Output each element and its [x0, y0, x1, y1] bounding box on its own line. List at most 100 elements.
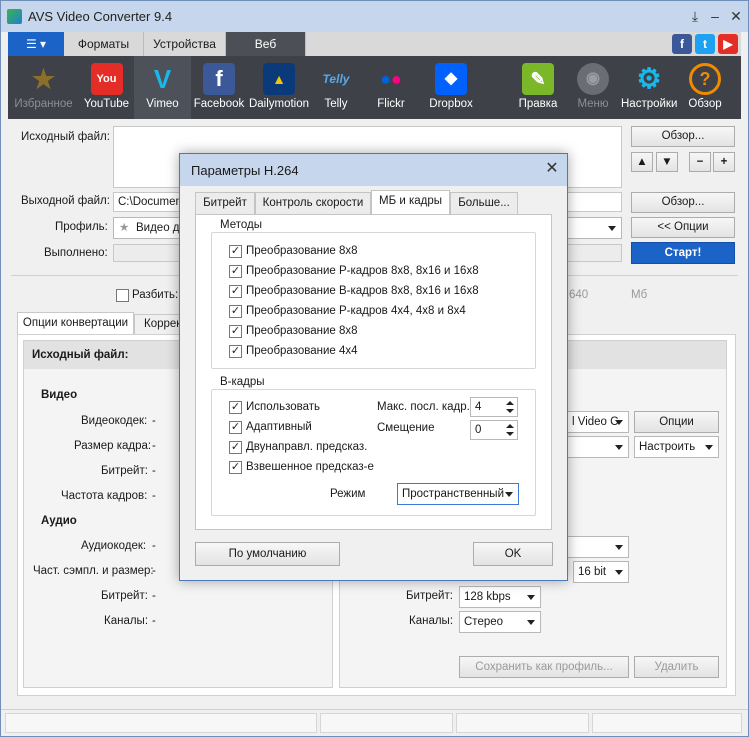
h264-settings-dialog: Параметры H.264 ✕ Битрейт Контроль скоро… [179, 153, 568, 581]
audio-bitrate-value: - [152, 590, 156, 602]
offset-spinner[interactable]: 0 [470, 420, 518, 440]
dialog-tab-more[interactable]: Больше... [450, 192, 518, 214]
tab-devices[interactable]: Устройства [144, 32, 226, 56]
bframe-adaptive-checkbox[interactable]: ✓ [229, 421, 242, 434]
frame-size-select[interactable] [567, 436, 629, 458]
dialog-tab-rate-control[interactable]: Контроль скорости [255, 192, 371, 214]
defaults-button[interactable]: По умолчанию [195, 542, 340, 566]
status-segment [592, 713, 742, 733]
mode-select[interactable]: Пространственный [397, 483, 519, 505]
method-checkbox[interactable]: ✓ [229, 305, 242, 318]
target-bitrate-label: Битрейт: [406, 590, 453, 602]
toolbar-dailymotion[interactable]: ▲ Dailymotion [247, 56, 311, 119]
minimize-button[interactable]: – [704, 6, 726, 26]
toolbar-menu[interactable]: ◉ Меню [565, 56, 621, 119]
add-file-button[interactable]: + [713, 152, 735, 172]
help-icon: ? [689, 63, 721, 95]
adjust-select[interactable]: Настроить [634, 436, 719, 458]
method-checkbox[interactable]: ✓ [229, 265, 242, 278]
sample-rate-label: Част. сэмпл. и размер: [33, 565, 154, 577]
toolbar-youtube[interactable]: You YouTube [79, 56, 134, 119]
codec-options-button[interactable]: Опции [634, 411, 719, 433]
facebook-icon[interactable]: f [672, 34, 692, 54]
method-checkbox[interactable]: ✓ [229, 245, 242, 258]
audio-codec-select[interactable] [567, 536, 629, 558]
star-icon: ★ [119, 222, 130, 234]
video-codec-select[interactable]: l Video C [567, 411, 629, 433]
tab-formats[interactable]: Форматы [64, 32, 144, 56]
twitter-icon[interactable]: t [695, 34, 715, 54]
frame-rate-label: Частота кадров: [61, 490, 148, 502]
method-label: Преобразование Р-кадров 8х8, 8х16 и 16х8 [246, 265, 479, 277]
audio-bitrate-select[interactable]: 128 kbps [459, 586, 541, 608]
dialog-tab-bitrate[interactable]: Битрейт [195, 192, 255, 214]
youtube-icon[interactable]: ▶ [718, 34, 738, 54]
bframe-bidir-checkbox[interactable]: ✓ [229, 441, 242, 454]
browse-source-button[interactable]: Обзор... [631, 126, 735, 147]
toolbar-label: Настройки [621, 98, 678, 110]
status-segment [320, 713, 453, 733]
tab-web[interactable]: Веб [226, 32, 306, 56]
offset-value: 0 [475, 424, 482, 436]
delete-profile-button[interactable]: Удалить [634, 656, 719, 678]
split-checkbox[interactable] [116, 289, 129, 302]
toolbar-edit[interactable]: ✎ Правка [511, 56, 565, 119]
dialog-close-button[interactable]: ✕ [541, 159, 563, 179]
video-section-title: Видео [41, 389, 78, 401]
sample-rate-value: - [152, 565, 156, 577]
toolbar-help[interactable]: ? Обзор [677, 56, 733, 119]
toolbar-settings[interactable]: ⚙ Настройки [621, 56, 677, 119]
save-profile-button[interactable]: Сохранить как профиль... [459, 656, 629, 678]
method-label: Преобразование 8х8 [246, 245, 358, 257]
done-label: Выполнено: [44, 247, 108, 259]
max-bframes-spinner[interactable]: 4 [470, 397, 518, 417]
star-icon: ★ [31, 64, 56, 94]
main-menu-button[interactable]: ☰ ▾ [8, 32, 64, 56]
toolbar-label: Dailymotion [248, 98, 310, 110]
tab-conversion-options[interactable]: Опции конвертации [17, 312, 134, 334]
menu-icon: ☰ ▾ [25, 37, 47, 51]
toolbar-label: Flickr [377, 98, 405, 110]
bframe-option-label: Адаптивный [246, 421, 312, 433]
window-title: AVS Video Converter 9.4 [28, 9, 173, 24]
channels-select[interactable]: Стерео [459, 611, 541, 633]
mode-select-value: Пространственный [402, 488, 505, 500]
split-size-value[interactable]: 640 [569, 289, 588, 301]
move-down-button[interactable]: ▼ [656, 152, 678, 172]
toolbar-favorites[interactable]: ★ Избранное [8, 56, 79, 119]
youtube-icon: You [90, 63, 123, 95]
dialog-tab-mb-frames[interactable]: МБ и кадры [371, 190, 450, 214]
minus-icon: − [696, 156, 704, 168]
toolbar-telly[interactable]: Telly Telly [311, 56, 361, 119]
options-toggle-button[interactable]: << Опции [631, 217, 735, 238]
method-checkbox[interactable]: ✓ [229, 285, 242, 298]
start-button[interactable]: Старт! [631, 242, 735, 264]
bframe-weighted-checkbox[interactable]: ✓ [229, 461, 242, 474]
method-label: Преобразование 8х8 [246, 325, 358, 337]
toolbar-vimeo[interactable]: V Vimeo [134, 56, 191, 119]
max-bframes-label: Макс. посл. кадр. [377, 401, 470, 413]
facebook-icon: f [203, 63, 235, 95]
download-icon[interactable]: ⤓ [684, 6, 706, 26]
method-checkbox[interactable]: ✓ [229, 345, 242, 358]
method-label: Преобразование В-кадров 8х8, 8х16 и 16х8 [246, 285, 479, 297]
video-codec-label: Видеокодек: [81, 415, 148, 427]
bframe-use-checkbox[interactable]: ✓ [229, 401, 242, 414]
toolbar-flickr[interactable]: ●● Flickr [361, 56, 421, 119]
sample-size-select[interactable]: 16 bit [573, 561, 629, 583]
move-up-button[interactable]: ▲ [631, 152, 653, 172]
method-checkbox[interactable]: ✓ [229, 325, 242, 338]
flickr-icon: ●● [380, 69, 402, 89]
browse-output-button[interactable]: Обзор... [631, 192, 735, 213]
toolbar-label: Vimeo [146, 98, 179, 110]
tab-correction[interactable]: Коррек [134, 314, 184, 334]
channels-value: - [152, 615, 156, 627]
mode-label: Режим [330, 488, 366, 500]
toolbar-facebook[interactable]: f Facebook [191, 56, 247, 119]
close-button[interactable]: ✕ [725, 6, 747, 26]
toolbar-label: Правка [518, 98, 558, 110]
remove-file-button[interactable]: − [689, 152, 711, 172]
toolbar-dropbox[interactable]: ◆ Dropbox [421, 56, 481, 119]
toolbar: ★ Избранное You YouTube V Vimeo f Facebook ▲… [8, 56, 741, 119]
ok-button[interactable]: OK [473, 542, 553, 566]
